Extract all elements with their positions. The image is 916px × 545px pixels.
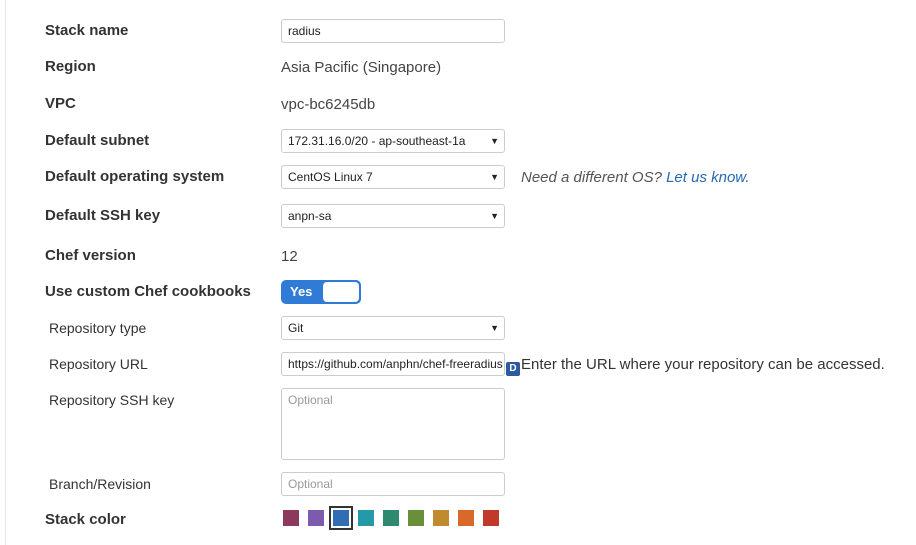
vpc-label: VPC [45, 95, 76, 112]
repository-url-input[interactable]: https://github.com/anphn/chef-freeradius [281, 352, 505, 376]
region-label: Region [45, 58, 96, 75]
color-swatch[interactable] [308, 510, 324, 526]
chef-version-value: 12 [281, 248, 298, 265]
dashlane-badge-icon[interactable]: D [506, 362, 520, 376]
color-swatch[interactable] [408, 510, 424, 526]
custom-cookbooks-label: Use custom Chef cookbooks [45, 283, 251, 300]
default-os-select[interactable]: CentOS Linux 7 ▼ [281, 165, 505, 189]
repository-ssh-key-label: Repository SSH key [49, 392, 175, 408]
stack-name-input[interactable]: radius [281, 19, 505, 43]
branch-revision-input[interactable]: Optional [281, 472, 505, 496]
chevron-down-icon: ▼ [490, 211, 499, 221]
default-subnet-value: 172.31.16.0/20 - ap-southeast-1a [288, 134, 466, 148]
color-swatch[interactable] [458, 510, 474, 526]
toggle-knob [323, 282, 359, 302]
chevron-down-icon: ▼ [490, 136, 499, 146]
color-swatch[interactable] [383, 510, 399, 526]
color-swatch[interactable] [329, 506, 353, 530]
default-ssh-key-select[interactable]: anpn-sa ▼ [281, 204, 505, 228]
color-swatch[interactable] [358, 510, 374, 526]
repository-url-hint: Enter the URL where your repository can … [521, 356, 885, 373]
color-swatch[interactable] [433, 510, 449, 526]
default-ssh-key-label: Default SSH key [45, 207, 161, 224]
default-os-label: Default operating system [45, 168, 225, 185]
frame-left-border [5, 0, 6, 545]
repository-type-select[interactable]: Git ▼ [281, 316, 505, 340]
chevron-down-icon: ▼ [490, 172, 499, 182]
region-value: Asia Pacific (Singapore) [281, 59, 442, 76]
custom-cookbooks-toggle[interactable]: Yes [281, 280, 361, 304]
os-feedback-link[interactable]: Let us know. [666, 169, 749, 186]
os-hint-text: Need a different OS? [521, 169, 662, 186]
chef-version-label: Chef version [45, 247, 136, 264]
toggle-on-label: Yes [290, 284, 313, 299]
os-hint: Need a different OS? Let us know. [521, 169, 749, 186]
stack-name-label: Stack name [45, 22, 129, 39]
color-swatch[interactable] [483, 510, 499, 526]
color-swatch[interactable] [283, 510, 299, 526]
stack-color-label: Stack color [45, 511, 126, 528]
repository-ssh-key-textarea[interactable]: Optional [281, 388, 505, 460]
default-os-value: CentOS Linux 7 [288, 170, 373, 184]
repository-type-label: Repository type [49, 320, 147, 336]
default-ssh-key-value: anpn-sa [288, 209, 332, 223]
default-subnet-label: Default subnet [45, 132, 150, 149]
repository-type-value: Git [288, 321, 304, 335]
branch-revision-placeholder: Optional [288, 477, 333, 491]
chevron-down-icon: ▼ [490, 323, 499, 333]
branch-revision-label: Branch/Revision [49, 476, 151, 492]
default-subnet-select[interactable]: 172.31.16.0/20 - ap-southeast-1a ▼ [281, 129, 505, 153]
vpc-value: vpc-bc6245db [281, 96, 376, 113]
repository-url-label: Repository URL [49, 356, 148, 372]
